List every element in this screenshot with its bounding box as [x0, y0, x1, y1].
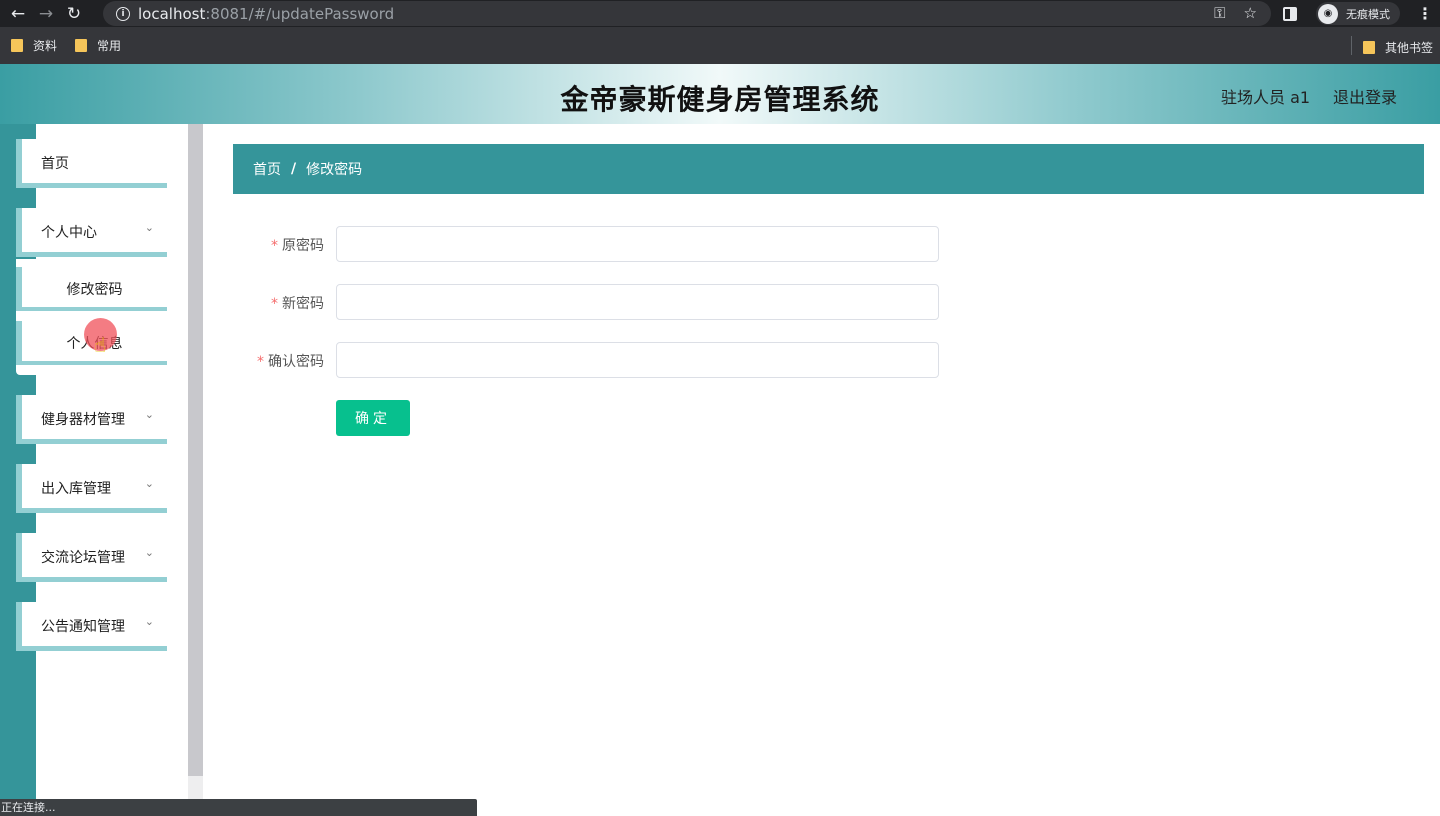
address-bar[interactable]: i localhost:8081/#/updatePassword ⚿ ☆: [103, 1, 1271, 26]
sidebar-item-label: 首页: [41, 156, 69, 172]
bookmark-label: 常用: [97, 39, 122, 53]
old-password-field[interactable]: [336, 226, 939, 262]
sidebar-item-label: 个人中心: [41, 225, 97, 241]
confirm-password-label-text: 确认密码: [268, 354, 324, 370]
sidebar-item-label: 交流论坛管理: [41, 550, 125, 566]
side-panel-icon[interactable]: [1283, 6, 1297, 21]
new-password-field[interactable]: [336, 284, 939, 320]
old-password-label-text: 原密码: [282, 238, 324, 254]
confirm-button[interactable]: 确定: [336, 400, 410, 436]
bookmark-label: 资料: [33, 39, 58, 53]
sidebar-scrollbar[interactable]: [188, 124, 203, 776]
sidebar-subitem-label: 修改密码: [66, 282, 123, 298]
forward-arrow-icon[interactable]: →: [32, 0, 60, 27]
folder-icon: [1363, 41, 1375, 54]
folder-icon: [75, 39, 88, 52]
user-role: 驻场人员 a1: [1221, 88, 1311, 107]
required-mark: *: [271, 296, 278, 312]
sidebar-item-personal-center[interactable]: 个人中心 ⌄: [16, 208, 167, 257]
confirm-password-label: * 确认密码: [257, 351, 324, 371]
sidebar-item-label: 出入库管理: [41, 481, 111, 497]
incognito-badge[interactable]: ◉ 无痕模式: [1316, 2, 1400, 25]
bookmark-label: 其他书签: [1385, 41, 1434, 55]
breadcrumb-current: 修改密码: [306, 162, 363, 178]
hand-cursor-icon: ☝: [94, 333, 107, 357]
chevron-down-icon: ⌄: [144, 408, 154, 421]
breadcrumb: 首页 / 修改密码: [233, 144, 1424, 194]
star-icon[interactable]: ☆: [1244, 4, 1257, 22]
url-host: localhost: [138, 4, 206, 23]
chevron-down-icon: ⌄: [144, 546, 154, 559]
sidebar-scrollbar-track-end: [188, 776, 203, 800]
old-password-label: * 原密码: [271, 235, 324, 255]
browser-status-text: 正在连接...: [0, 799, 477, 816]
reload-icon[interactable]: ↻: [60, 0, 88, 27]
bookmark-folder-changyong[interactable]: 常用: [75, 37, 121, 54]
sidebar-item-notice[interactable]: 公告通知管理 ⌄: [16, 602, 167, 651]
back-arrow-icon[interactable]: ←: [4, 0, 32, 27]
incognito-icon: ◉: [1318, 3, 1338, 24]
sidebar-item-equipment[interactable]: 健身器材管理 ⌄: [16, 395, 167, 444]
url-path: :8081/#/updatePassword: [205, 4, 395, 23]
key-icon[interactable]: ⚿: [1214, 4, 1225, 22]
breadcrumb-separator: /: [291, 161, 297, 177]
info-icon[interactable]: i: [116, 6, 130, 21]
menu-kebab-icon[interactable]: ⋮: [1417, 4, 1433, 23]
chevron-down-icon: ⌄: [144, 477, 154, 490]
bookmark-divider: [1351, 36, 1352, 55]
incognito-label: 无痕模式: [1346, 7, 1390, 21]
bookmark-folder-ziliao[interactable]: 资料: [11, 37, 57, 54]
sidebar-subitem-change-password[interactable]: 修改密码: [16, 267, 167, 311]
sidebar-item-inventory[interactable]: 出入库管理 ⌄: [16, 464, 167, 513]
sidebar-item-forum[interactable]: 交流论坛管理 ⌄: [16, 533, 167, 582]
chevron-down-icon: ⌄: [144, 615, 154, 628]
sidebar-item-label: 公告通知管理: [41, 619, 125, 635]
chevron-down-icon: ⌄: [144, 221, 154, 234]
bookmark-folder-other[interactable]: 其他书签: [1363, 39, 1433, 56]
logout-link[interactable]: 退出登录: [1333, 84, 1397, 108]
breadcrumb-home-link[interactable]: 首页: [253, 159, 281, 179]
url-text[interactable]: localhost:8081/#/updatePassword: [138, 5, 394, 23]
new-password-label-text: 新密码: [282, 296, 324, 312]
app-header: 金帝豪斯健身房管理系统 驻场人员 a1 退出登录: [0, 64, 1440, 124]
sidebar-item-home[interactable]: 首页: [16, 139, 167, 188]
bookmarks-bar: 资料 常用 其他书签: [0, 27, 1440, 64]
confirm-password-field[interactable]: [336, 342, 939, 378]
sidebar-item-label: 健身器材管理: [41, 412, 125, 428]
new-password-label: * 新密码: [271, 293, 324, 313]
required-mark: *: [257, 354, 264, 370]
browser-toolbar: ← → ↻ i localhost:8081/#/updatePassword …: [0, 0, 1440, 27]
folder-icon: [11, 39, 23, 52]
required-mark: *: [271, 238, 278, 254]
